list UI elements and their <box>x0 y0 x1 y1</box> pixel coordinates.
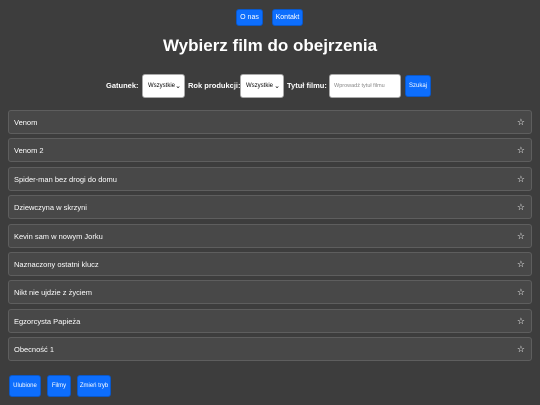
favorite-star-icon[interactable]: ☆ <box>517 230 525 242</box>
movie-row[interactable]: Egzorcysta Papieża ☆ <box>8 308 532 333</box>
movie-title: Kevin sam w nowym Jorku <box>14 231 103 241</box>
toggle-mode-button[interactable]: Zmień tryb <box>77 375 111 397</box>
genre-label: Gatunek: <box>106 81 139 90</box>
chevron-down-icon: ⌄ <box>274 83 280 90</box>
favorite-star-icon[interactable]: ☆ <box>517 286 525 298</box>
genre-select-value: Wszystkie <box>148 83 175 89</box>
movie-title: Dziewczyna w skrzyni <box>14 203 87 213</box>
movie-row[interactable]: Nikt nie ujdzie z życiem ☆ <box>8 280 532 305</box>
movie-row[interactable]: Spider-man bez drogi do domu ☆ <box>8 166 532 191</box>
search-button[interactable]: Szukaj <box>405 75 431 97</box>
favorite-star-icon[interactable]: ☆ <box>517 343 525 355</box>
year-select-value: Wszystkie <box>246 83 273 89</box>
top-navigation: O nas Kontakt <box>0 9 540 26</box>
favorite-star-icon[interactable]: ☆ <box>517 173 525 185</box>
contact-button[interactable]: Kontakt <box>272 9 303 26</box>
movie-title: Egzorcysta Papieża <box>14 316 81 326</box>
year-label: Rok produkcji: <box>188 81 241 90</box>
favorite-star-icon[interactable]: ☆ <box>517 116 525 128</box>
favorite-star-icon[interactable]: ☆ <box>517 258 525 270</box>
movie-title: Obecność 1 <box>14 345 55 355</box>
about-button[interactable]: O nas <box>236 9 263 26</box>
chevron-down-icon: ⌄ <box>175 83 181 90</box>
films-button[interactable]: Filmy <box>47 375 71 397</box>
page-title: Wybierz film do obejrzenia <box>162 36 378 55</box>
movie-title: Venom 2 <box>14 146 44 156</box>
movie-title: Spider-man bez drogi do domu <box>14 174 117 184</box>
movie-row[interactable]: Dziewczyna w skrzyni ☆ <box>8 195 532 220</box>
title-label: Tytuł filmu: <box>287 81 327 90</box>
favorite-star-icon[interactable]: ☆ <box>517 144 525 156</box>
genre-select[interactable]: Wszystkie ⌄ <box>142 74 185 98</box>
movie-row[interactable]: Kevin sam w nowym Jorku ☆ <box>8 223 532 248</box>
movie-title: Venom <box>14 118 38 127</box>
filter-bar: Gatunek: Wszystkie ⌄ Rok produkcji: Wszy… <box>0 74 540 98</box>
bottom-navigation: Ulubione Filmy Zmień tryb <box>0 375 540 397</box>
movie-row[interactable]: Venom ☆ <box>8 110 532 134</box>
favorites-button[interactable]: Ulubione <box>9 375 41 397</box>
favorite-star-icon[interactable]: ☆ <box>517 201 525 213</box>
movie-title: Nikt nie ujdzie z życiem <box>14 288 92 298</box>
movie-row[interactable]: Naznaczony ostatni klucz ☆ <box>8 252 532 276</box>
movie-row[interactable]: Obecność 1 ☆ <box>8 337 532 362</box>
title-search-placeholder: Wprowadź tytuł filmu <box>334 83 385 89</box>
movie-row[interactable]: Venom 2 ☆ <box>8 138 532 163</box>
movie-title: Naznaczony ostatni klucz <box>14 260 99 269</box>
favorite-star-icon[interactable]: ☆ <box>517 315 525 327</box>
year-select[interactable]: Wszystkie ⌄ <box>240 74 284 98</box>
title-search-input[interactable]: Wprowadź tytuł filmu <box>329 74 401 98</box>
